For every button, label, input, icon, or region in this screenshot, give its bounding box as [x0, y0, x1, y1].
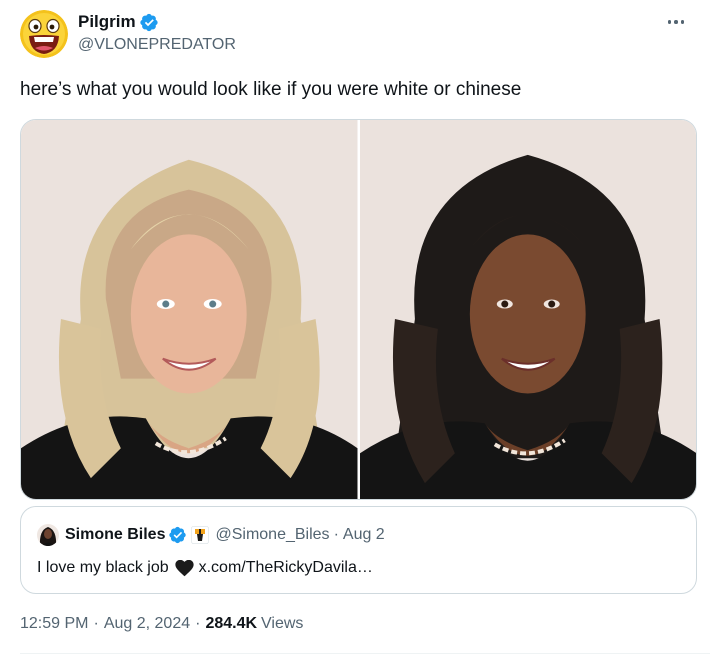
- quoted-date[interactable]: Aug 2: [343, 526, 385, 544]
- quoted-tweet[interactable]: Simone Biles @Simone_Biles · Aug 2 I lov…: [20, 506, 697, 594]
- author-name-row: Pilgrim: [78, 10, 236, 34]
- quoted-author-avatar[interactable]: [37, 524, 59, 546]
- laughing-emoji-icon: [20, 10, 68, 58]
- more-dot-icon: [667, 20, 672, 24]
- photo-dark-haired-woman-icon: [359, 120, 696, 499]
- quoted-tweet-text: I love my black job x.com/TheRickyDavila…: [37, 559, 373, 577]
- author-display-name[interactable]: Pilgrim: [78, 12, 136, 32]
- quoted-separator: ·: [333, 526, 339, 543]
- quoted-tweet-header: Simone Biles @Simone_Biles · Aug 2: [37, 524, 385, 546]
- simone-avatar-icon: [37, 524, 59, 546]
- quoted-author-handle[interactable]: @Simone_Biles: [215, 526, 329, 544]
- quoted-author-name[interactable]: Simone Biles: [65, 526, 165, 544]
- views-count[interactable]: 284.4K: [205, 615, 257, 633]
- media-grid: [20, 119, 697, 500]
- more-options-button[interactable]: [662, 12, 690, 32]
- views-label: Views: [261, 615, 304, 632]
- author-avatar[interactable]: [20, 10, 68, 58]
- tweet: Pilgrim @VLONEPREDATOR here’s what you w…: [0, 0, 710, 657]
- tweet-time[interactable]: 12:59 PM: [20, 615, 88, 633]
- photo-blonde-woman-icon: [21, 120, 358, 499]
- photo-left[interactable]: [21, 120, 358, 499]
- tweet-text: here’s what you would look like if you w…: [20, 79, 522, 100]
- more-dot-icon: [674, 20, 678, 24]
- divider: [20, 653, 710, 654]
- author-handle[interactable]: @VLONEPREDATOR: [78, 36, 236, 54]
- more-dot-icon: [680, 20, 685, 24]
- meta-separator: ·: [93, 615, 99, 632]
- tweet-date[interactable]: Aug 2, 2024: [104, 615, 190, 633]
- verified-badge-icon[interactable]: [139, 13, 159, 32]
- quoted-verified-badge-icon: [169, 526, 187, 544]
- quoted-text-body: I love my black job: [37, 559, 169, 576]
- author-block: Pilgrim @VLONEPREDATOR: [78, 10, 236, 54]
- photo-right[interactable]: [359, 120, 696, 499]
- meta-separator: ·: [195, 615, 201, 632]
- affiliation-badge-icon: [191, 526, 210, 544]
- tweet-meta: 12:59 PM · Aug 2, 2024 · 284.4K Views: [20, 615, 303, 633]
- black-heart-icon: [174, 559, 194, 576]
- quoted-link-text[interactable]: x.com/TheRickyDavila…: [199, 559, 373, 577]
